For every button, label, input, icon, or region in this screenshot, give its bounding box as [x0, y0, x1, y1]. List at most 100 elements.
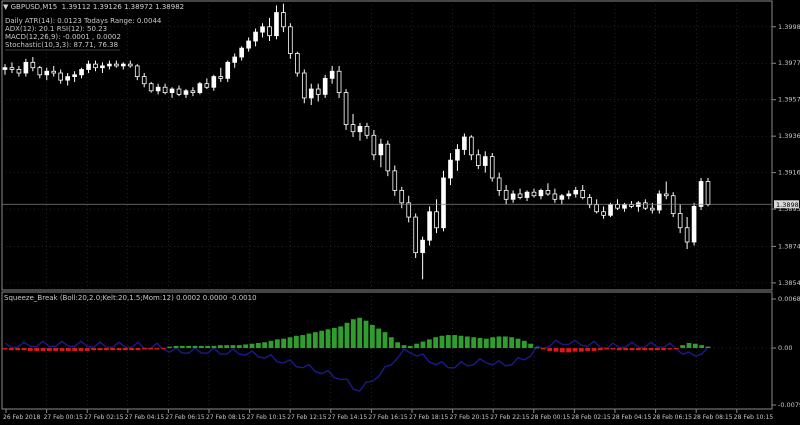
x-tick-label: 27 Feb 06:15	[165, 414, 205, 421]
candle-bullish	[329, 70, 335, 79]
histogram-bar-positive	[439, 335, 445, 349]
candle-bullish	[698, 181, 704, 207]
histogram-bar-negative	[629, 348, 635, 351]
histogram-bar-positive	[167, 346, 173, 349]
candle-bullish	[559, 195, 565, 200]
candle-bearish	[93, 63, 98, 69]
histogram-bar-negative	[97, 348, 103, 351]
candle-bullish	[420, 239, 425, 254]
candle-bearish	[413, 216, 418, 254]
histogram-bar-positive	[268, 340, 274, 349]
candle-bearish	[288, 26, 293, 54]
candle-bearish	[531, 191, 537, 197]
candle-bearish	[148, 83, 154, 92]
candle-bearish	[615, 204, 620, 209]
histogram-bar-positive	[426, 339, 432, 349]
histogram-bar-negative	[78, 348, 84, 351]
info-line-stochastic: Stochastic(10,3,3): 87.71, 76.38	[5, 41, 119, 49]
candle-bullish	[86, 63, 91, 70]
histogram-bar-positive	[452, 335, 458, 349]
histogram-bar-positive	[224, 345, 230, 349]
candle-bullish	[441, 177, 446, 229]
candle-bearish	[281, 12, 286, 28]
x-tick-label: 28 Feb 10:15	[734, 414, 774, 421]
candle-bullish	[622, 204, 627, 209]
chart-window[interactable]: 26 Feb 2018 27 Feb 00:15 27 Feb 02:15 27 Fe…	[0, 0, 800, 425]
candle-bearish	[705, 181, 711, 206]
candle-bearish	[545, 190, 551, 195]
histogram-bar-negative	[553, 348, 559, 352]
candle-bearish	[489, 156, 495, 179]
candle-bearish	[127, 63, 133, 67]
histogram-bar-positive	[363, 320, 369, 349]
candle-bullish	[23, 61, 29, 74]
candle-bullish	[211, 76, 217, 88]
histogram-bar-negative	[661, 348, 667, 351]
histogram-bar-positive	[686, 342, 692, 349]
candle-bearish	[134, 65, 140, 77]
candle-bullish	[260, 26, 265, 33]
candle-bullish	[155, 86, 161, 92]
histogram-bar-positive	[179, 345, 185, 349]
histogram-bar-positive	[369, 324, 375, 349]
candle-bearish	[301, 72, 307, 99]
histogram-bar-positive	[350, 319, 356, 349]
histogram-bar-negative	[673, 348, 679, 350]
histogram-bar-positive	[249, 343, 255, 349]
histogram-bar-negative	[116, 348, 122, 351]
histogram-bar-positive	[344, 322, 350, 349]
candle-bearish	[218, 76, 224, 79]
histogram-bar-negative	[59, 348, 65, 351]
histogram-bar-negative	[616, 348, 622, 351]
histogram-bar-positive	[319, 330, 325, 349]
histogram-bar-negative	[654, 348, 660, 351]
candle-bearish	[503, 190, 509, 200]
candle-bearish	[267, 26, 272, 37]
candle-bullish	[462, 136, 467, 150]
candle-bearish	[684, 227, 690, 243]
histogram-bar-negative	[597, 348, 603, 351]
x-tick-label: 27 Feb 04:15	[125, 414, 165, 421]
x-tick-label: 27 Feb 22:15	[490, 414, 530, 421]
symbol-header: ▼ GBPUSD,M15 1.39112 1.39126 1.38972 1.3…	[3, 3, 184, 11]
histogram-bar-negative	[547, 348, 553, 351]
collapse-arrow-icon[interactable]: ▼	[3, 3, 8, 11]
x-tick-label: 27 Feb 12:15	[287, 414, 327, 421]
candle-bearish	[594, 204, 599, 213]
x-tick-label: 28 Feb 06:15	[653, 414, 693, 421]
chart-canvas[interactable]: 26 Feb 2018 27 Feb 00:15 27 Feb 02:15 27 Fe…	[0, 0, 800, 425]
histogram-bar-positive	[173, 345, 179, 349]
candle-bearish	[141, 76, 147, 85]
histogram-bar-positive	[433, 337, 439, 349]
histogram-bar-positive	[490, 337, 496, 349]
candle-bearish	[580, 190, 586, 198]
histogram-bar-positive	[243, 344, 249, 349]
histogram-bar-negative	[642, 348, 648, 351]
candle-bullish	[308, 88, 314, 99]
candle-bearish	[9, 67, 15, 70]
histogram-bar-negative	[578, 348, 584, 352]
histogram-bar-positive	[357, 317, 363, 349]
indicator-scale-label: -0.0079	[778, 401, 800, 409]
histogram-bar-positive	[325, 329, 331, 349]
candle-bullish	[448, 159, 453, 179]
histogram-bar-negative	[135, 348, 141, 351]
candle-bullish	[65, 76, 70, 81]
histogram-bar-positive	[464, 336, 470, 349]
x-tick-label: 28 Feb 08:15	[693, 414, 733, 421]
candle-bullish	[239, 47, 244, 58]
y-tick-label: 1.39365	[778, 132, 800, 140]
histogram-bar-negative	[129, 348, 135, 351]
candle-bullish	[79, 69, 84, 76]
candle-bearish	[162, 86, 168, 93]
histogram-bar-negative	[8, 348, 14, 351]
candle-bearish	[58, 72, 63, 81]
candle-bullish	[246, 40, 251, 49]
histogram-bar-negative	[148, 348, 154, 350]
histogram-bar-positive	[414, 343, 420, 349]
histogram-bar-positive	[338, 326, 344, 349]
candle-bullish	[100, 65, 105, 69]
histogram-bar-negative	[65, 348, 71, 351]
candle-bearish	[517, 193, 523, 198]
histogram-bar-positive	[274, 339, 280, 349]
